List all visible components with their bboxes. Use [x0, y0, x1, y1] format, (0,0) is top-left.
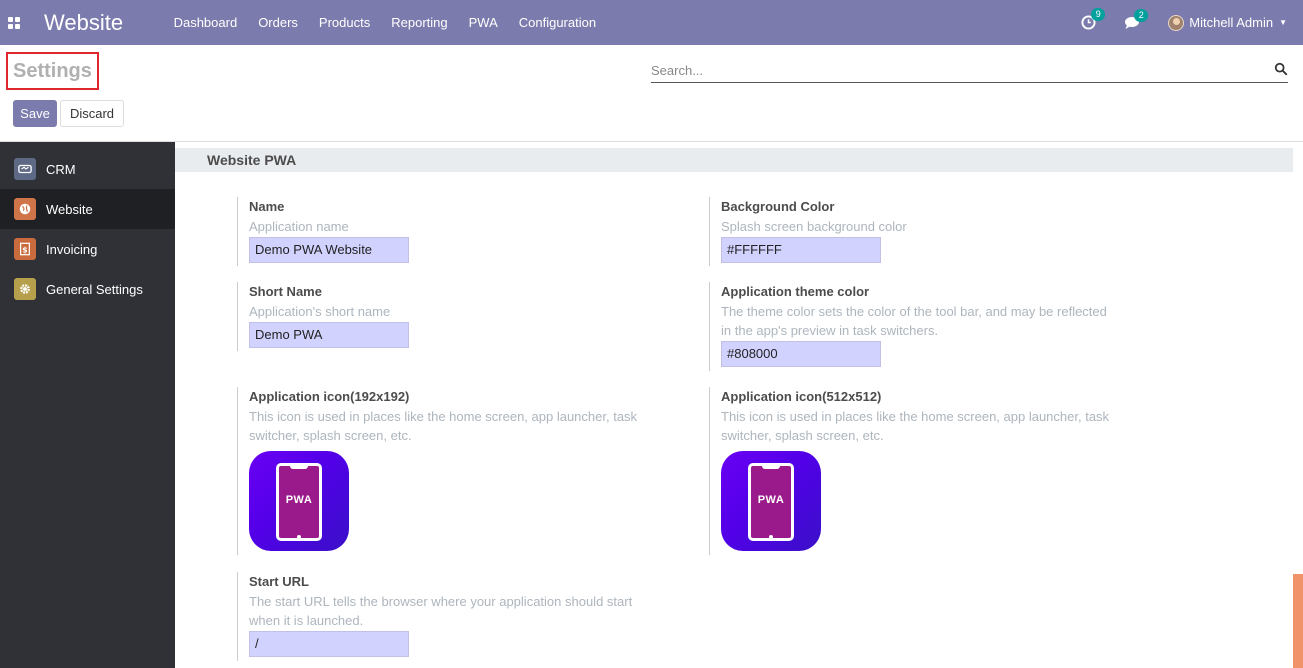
- section-title: Website PWA: [175, 148, 1293, 172]
- search-input[interactable]: [651, 59, 1251, 81]
- search-bar: [651, 59, 1288, 83]
- search-icon[interactable]: [1274, 62, 1288, 76]
- setting-help: The start URL tells the browser where yo…: [249, 594, 633, 628]
- message-count-badge: 2: [1134, 8, 1149, 22]
- invoice-icon: $: [14, 238, 36, 260]
- menu-products[interactable]: Products: [308, 0, 380, 45]
- setting-start-url: Start URL The start URL tells the browse…: [237, 572, 647, 661]
- handshake-icon: [14, 158, 36, 180]
- setting-background-color: Background Color Splash screen backgroun…: [709, 197, 1119, 266]
- user-menu[interactable]: Mitchell Admin ▼: [1168, 14, 1287, 31]
- settings-sidebar: CRM Website $ Invoicing General Settings: [0, 142, 175, 668]
- apps-menu-icon[interactable]: [0, 0, 28, 45]
- main-menu: Dashboard Orders Products Reporting PWA …: [163, 0, 607, 45]
- activity-button[interactable]: 9: [1081, 8, 1106, 30]
- page-title: Settings: [6, 52, 99, 90]
- setting-help: Splash screen background color: [721, 219, 907, 234]
- sidebar-item-label: Website: [46, 201, 93, 217]
- sidebar-item-invoicing[interactable]: $ Invoicing: [0, 229, 175, 269]
- activity-count-badge: 9: [1091, 8, 1106, 21]
- discard-button[interactable]: Discard: [60, 100, 124, 127]
- setting-theme-color: Application theme color The theme color …: [709, 282, 1119, 371]
- menu-orders[interactable]: Orders: [248, 0, 309, 45]
- svg-text:$: $: [22, 246, 27, 255]
- phone-icon: PWA: [276, 463, 322, 541]
- setting-help: This icon is used in places like the hom…: [249, 409, 638, 443]
- scrollbar[interactable]: [1293, 574, 1303, 668]
- messages-button[interactable]: 2: [1124, 8, 1149, 30]
- setting-label: Name: [249, 199, 285, 214]
- setting-short-name: Short Name Application's short name Demo…: [237, 282, 647, 351]
- setting-label: Application icon(192x192): [249, 389, 410, 404]
- menu-reporting[interactable]: Reporting: [381, 0, 458, 45]
- menu-pwa[interactable]: PWA: [458, 0, 508, 45]
- setting-name: Name Application name Demo PWA Website: [237, 197, 647, 266]
- setting-icon-512: Application icon(512x512) This icon is u…: [709, 387, 1119, 555]
- phone-icon: PWA: [748, 463, 794, 541]
- pwa-app-icon[interactable]: PWA: [249, 451, 349, 551]
- sidebar-item-label: General Settings: [46, 281, 143, 297]
- avatar: [1168, 14, 1185, 31]
- setting-label: Short Name: [249, 284, 322, 299]
- settings-content: Website PWA Name Application name Demo P…: [175, 142, 1303, 668]
- setting-help: Application name: [249, 219, 349, 234]
- setting-help: This icon is used in places like the hom…: [721, 409, 1110, 443]
- menu-dashboard[interactable]: Dashboard: [163, 0, 248, 45]
- systray: 9 2 Mitchell Admin ▼: [1081, 0, 1303, 45]
- theme-color-field[interactable]: #808000: [721, 341, 881, 367]
- setting-label: Background Color: [721, 199, 835, 214]
- control-panel: Settings Save Discard: [0, 45, 1303, 142]
- background-color-field[interactable]: #FFFFFF: [721, 237, 881, 263]
- short-name-field[interactable]: Demo PWA: [249, 322, 409, 348]
- menu-configuration[interactable]: Configuration: [508, 0, 606, 45]
- setting-label: Start URL: [249, 574, 309, 589]
- start-url-field[interactable]: /: [249, 631, 409, 657]
- caret-down-icon: ▼: [1279, 18, 1287, 27]
- setting-icon-192: Application icon(192x192) This icon is u…: [237, 387, 647, 555]
- setting-label: Application theme color: [721, 284, 870, 299]
- setting-help: Application's short name: [249, 304, 391, 319]
- app-name: Website: [44, 9, 124, 35]
- setting-label: Application icon(512x512): [721, 389, 882, 404]
- sidebar-item-label: CRM: [46, 161, 76, 177]
- globe-icon: [14, 198, 36, 220]
- save-button[interactable]: Save: [13, 100, 57, 127]
- sidebar-item-general-settings[interactable]: General Settings: [0, 269, 175, 309]
- sidebar-item-website[interactable]: Website: [0, 189, 175, 229]
- gear-icon: [14, 278, 36, 300]
- sidebar-item-crm[interactable]: CRM: [0, 149, 175, 189]
- top-navbar: Website Dashboard Orders Products Report…: [0, 0, 1303, 45]
- name-field[interactable]: Demo PWA Website: [249, 237, 409, 263]
- pwa-app-icon[interactable]: PWA: [721, 451, 821, 551]
- sidebar-item-label: Invoicing: [46, 241, 98, 257]
- user-name: Mitchell Admin: [1189, 15, 1274, 30]
- setting-help: The theme color sets the color of the to…: [721, 304, 1107, 338]
